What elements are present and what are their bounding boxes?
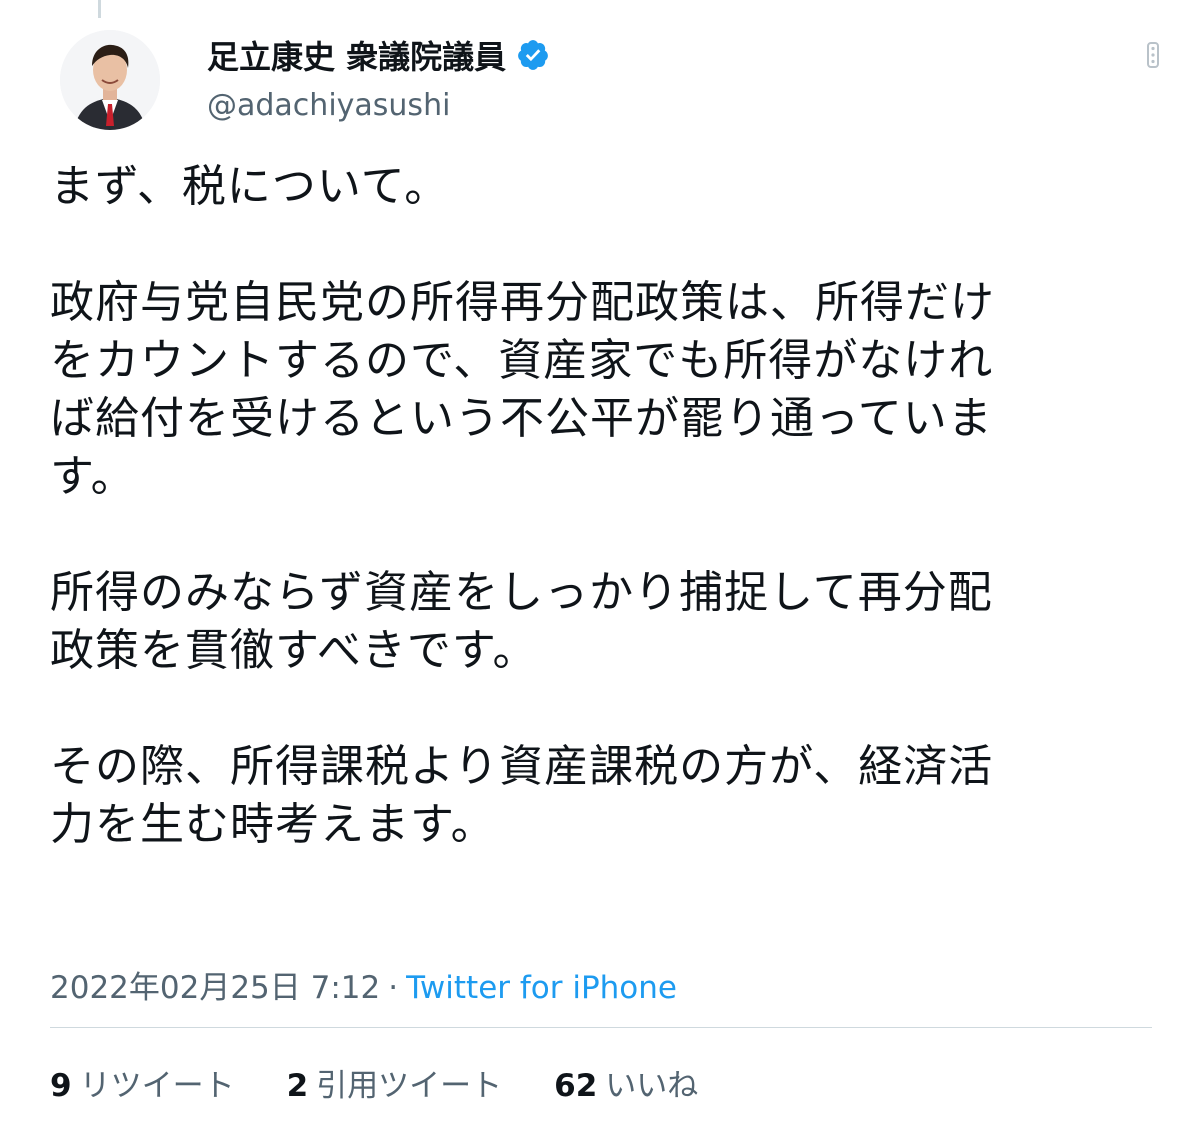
thread-connector-line [98, 0, 101, 18]
tweet-header: 足立康史 衆議院議員 @adachiyasushi [52, 26, 1172, 138]
tweet-line: をカウントするので、資産家でも所得がなけれ [50, 335, 994, 386]
retweets-stat[interactable]: 9 リツイート [50, 1060, 235, 1105]
avatar-image [60, 30, 160, 130]
tweet-source-link[interactable]: Twitter for iPhone [406, 970, 677, 1006]
tweet-meta: 2022年02月25日 7:12 · Twitter for iPhone [50, 962, 677, 1007]
tweet-line: 所得のみならず資産をしっかり捕捉して再分配 [50, 567, 993, 618]
tweet-line: 政策を貫徹すべきです。 [50, 625, 538, 676]
tweet-line: 力を生む時考えます。 [50, 799, 496, 850]
tweet-line: す。 [50, 451, 136, 502]
author-handle[interactable]: @adachiyasushi [207, 88, 450, 123]
tweet-line: 政府与党自民党の所得再分配政策は、所得だけ [50, 277, 995, 328]
tweet-detail: 足立康史 衆議院議員 @adachiyasushi まず、税について。 政府与党… [0, 0, 1198, 1129]
quote-label: 引用ツイート [316, 1068, 503, 1104]
tweet-line: まず、税について。 [50, 161, 450, 212]
tweet-line: その際、所得課税より資産課税の方が、経済活 [50, 741, 994, 792]
like-label: いいね [605, 1068, 699, 1104]
divider [50, 1027, 1152, 1028]
quotes-stat[interactable]: 2 引用ツイート [287, 1060, 503, 1105]
tweet-line: ば給付を受けるという不公平が罷り通っていま [50, 393, 993, 444]
meta-separator: · [388, 970, 399, 1006]
author-display-name[interactable]: 足立康史 衆議院議員 [207, 32, 506, 78]
tweet-text: まず、税について。 政府与党自民党の所得再分配政策は、所得だけ をカウントするの… [50, 158, 1160, 854]
retweet-label: リツイート [79, 1068, 235, 1104]
retweet-count: 9 [50, 1068, 72, 1104]
quote-count: 2 [286, 1068, 309, 1104]
likes-stat[interactable]: 62 いいね [554, 1060, 698, 1105]
like-count: 62 [554, 1068, 598, 1104]
tweet-stats: 9 リツイート 2 引用ツイート 62 いいね [50, 1060, 750, 1105]
tweet-timestamp[interactable]: 2022年02月25日 7:12 [50, 970, 380, 1006]
author-name-row: 足立康史 衆議院議員 [207, 32, 550, 78]
avatar[interactable] [60, 30, 160, 130]
more-options-icon[interactable] [1138, 40, 1168, 70]
verified-badge-icon [516, 38, 550, 72]
